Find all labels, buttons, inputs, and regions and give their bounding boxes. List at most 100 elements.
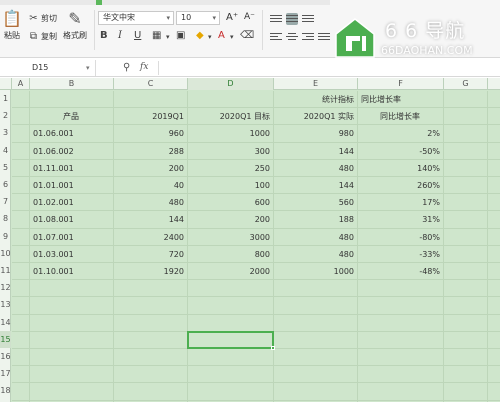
copy-button[interactable]: ⧉ 复制 <box>28 31 57 42</box>
cell-2020q1-actual[interactable]: 480 <box>276 246 354 263</box>
cell-grid[interactable]: 统计指标 同比增长率 产品 2019Q1 2020Q1 目标 2020Q1 实际 同比增长率… <box>12 91 500 402</box>
zoom-icon[interactable]: ⚲ <box>123 62 130 73</box>
format-painter-button[interactable]: ✎ 格式刷 <box>63 10 87 41</box>
header-growth-rate[interactable]: 同比增长率 <box>360 108 440 125</box>
row-header-5[interactable]: 5 <box>0 159 11 176</box>
cell-2020q1-target[interactable]: 600 <box>190 194 270 211</box>
column-header-d[interactable]: D <box>188 78 274 90</box>
cell-growth-rate[interactable]: -50% <box>360 143 440 160</box>
select-all-corner[interactable] <box>0 78 12 90</box>
fx-icon[interactable]: fx <box>140 62 148 72</box>
fill-color-button[interactable]: ◆ <box>196 30 204 41</box>
row-header-18[interactable]: 18 <box>0 382 11 399</box>
font-color-button[interactable]: A <box>218 30 225 41</box>
column-header-c[interactable]: C <box>114 78 188 90</box>
column-header-f[interactable]: F <box>358 78 444 90</box>
row-header-8[interactable]: 8 <box>0 210 11 227</box>
cell-2020q1-actual[interactable]: 144 <box>276 177 354 194</box>
cell-2020q1-target[interactable]: 3000 <box>190 229 270 246</box>
fill-handle[interactable] <box>271 345 275 350</box>
cell-2019q1[interactable]: 200 <box>116 160 184 177</box>
cell-product[interactable]: 01.01.001 <box>32 177 110 194</box>
border-dropdown[interactable]: ▾ <box>166 33 170 41</box>
font-name-select[interactable]: 华文中宋 ▾ <box>98 11 174 25</box>
cell-product[interactable]: 01.08.001 <box>32 211 110 228</box>
cell-2019q1[interactable]: 960 <box>116 125 184 142</box>
clear-format-button[interactable]: ⌫ <box>240 30 254 41</box>
cell-product[interactable]: 01.03.001 <box>32 246 110 263</box>
cell-2020q1-target[interactable]: 250 <box>190 160 270 177</box>
cell-2020q1-target[interactable]: 300 <box>190 143 270 160</box>
row-header-11[interactable]: 11 <box>0 262 11 279</box>
align-top-button[interactable] <box>270 13 282 25</box>
cell-growth-rate[interactable]: -48% <box>360 263 440 280</box>
cell-product[interactable]: 01.10.001 <box>32 263 110 280</box>
fill-color-dropdown[interactable]: ▾ <box>208 33 212 41</box>
cell-growth-rate[interactable]: -33% <box>360 246 440 263</box>
header-stat-indicator[interactable]: 统计指标 <box>276 91 354 108</box>
formula-input[interactable] <box>158 61 500 75</box>
cell-growth-rate[interactable]: 17% <box>360 194 440 211</box>
cell-2019q1[interactable]: 40 <box>116 177 184 194</box>
row-header-15[interactable]: 15 <box>0 330 11 348</box>
row-header-2[interactable]: 2 <box>0 107 11 124</box>
row-header-10[interactable]: 10 <box>0 245 11 262</box>
italic-button[interactable]: I <box>118 30 122 41</box>
paste-button[interactable]: 📋 粘贴 <box>2 10 22 41</box>
cell-2020q1-actual[interactable]: 480 <box>276 160 354 177</box>
header-2020q1-actual[interactable]: 2020Q1 实际 <box>276 108 354 125</box>
header-2019q1[interactable]: 2019Q1 <box>116 108 184 125</box>
row-header-16[interactable]: 16 <box>0 348 11 365</box>
cell-2020q1-target[interactable]: 800 <box>190 246 270 263</box>
cut-button[interactable]: ✂ 剪切 <box>28 13 57 24</box>
row-header-9[interactable]: 9 <box>0 228 11 245</box>
cell-2019q1[interactable]: 144 <box>116 211 184 228</box>
header-2020q1-target[interactable]: 2020Q1 目标 <box>190 108 270 125</box>
cell-product[interactable]: 01.07.001 <box>32 229 110 246</box>
cell-growth-rate[interactable]: 140% <box>360 160 440 177</box>
cell-2020q1-target[interactable]: 2000 <box>190 263 270 280</box>
header-product[interactable]: 产品 <box>32 108 110 125</box>
cell-2020q1-actual[interactable]: 480 <box>276 229 354 246</box>
font-color-dropdown[interactable]: ▾ <box>230 33 234 41</box>
cell-2019q1[interactable]: 288 <box>116 143 184 160</box>
cell-product[interactable]: 01.06.001 <box>32 125 110 142</box>
cell-2020q1-actual[interactable]: 188 <box>276 211 354 228</box>
row-header-12[interactable]: 12 <box>0 279 11 296</box>
cell-growth-rate[interactable]: 260% <box>360 177 440 194</box>
cell-2020q1-actual[interactable]: 144 <box>276 143 354 160</box>
row-header-13[interactable]: 13 <box>0 296 11 313</box>
cell-2019q1[interactable]: 720 <box>116 246 184 263</box>
row-header-7[interactable]: 7 <box>0 193 11 210</box>
bold-button[interactable]: B <box>100 30 108 41</box>
cell-2020q1-target[interactable]: 100 <box>190 177 270 194</box>
cell-2019q1[interactable]: 480 <box>116 194 184 211</box>
cell-growth-rate[interactable]: 31% <box>360 211 440 228</box>
align-left-button[interactable] <box>270 31 282 43</box>
merge-cells-button[interactable]: ▣ <box>176 30 185 41</box>
font-size-select[interactable]: 10 ▾ <box>176 11 220 25</box>
grow-font-button[interactable]: A⁺ <box>226 12 238 23</box>
column-header-e[interactable]: E <box>274 78 358 90</box>
cell-2019q1[interactable]: 2400 <box>116 229 184 246</box>
cell-2020q1-actual[interactable]: 980 <box>276 125 354 142</box>
cell-product[interactable]: 01.02.001 <box>32 194 110 211</box>
name-box[interactable]: D15 ▾ <box>0 60 96 76</box>
cell-2020q1-target[interactable]: 1000 <box>190 125 270 142</box>
justify-button[interactable] <box>318 31 330 43</box>
align-bottom-button[interactable] <box>302 13 314 25</box>
border-button[interactable]: ▦ <box>152 30 161 41</box>
row-header-1[interactable]: 1 <box>0 90 11 107</box>
row-header-3[interactable]: 3 <box>0 124 11 141</box>
cell-product[interactable]: 01.11.001 <box>32 160 110 177</box>
cell-2020q1-actual[interactable]: 1000 <box>276 263 354 280</box>
row-header-14[interactable]: 14 <box>0 314 11 331</box>
selected-cell[interactable] <box>187 330 275 350</box>
column-header-b[interactable]: B <box>30 78 114 90</box>
cell-growth-rate[interactable]: 2% <box>360 125 440 142</box>
column-header-a[interactable]: A <box>12 78 30 90</box>
header-growth-rate-top[interactable]: 同比增长率 <box>360 91 440 108</box>
cell-product[interactable]: 01.06.002 <box>32 143 110 160</box>
shrink-font-button[interactable]: A⁻ <box>244 12 255 22</box>
row-header-17[interactable]: 17 <box>0 365 11 382</box>
